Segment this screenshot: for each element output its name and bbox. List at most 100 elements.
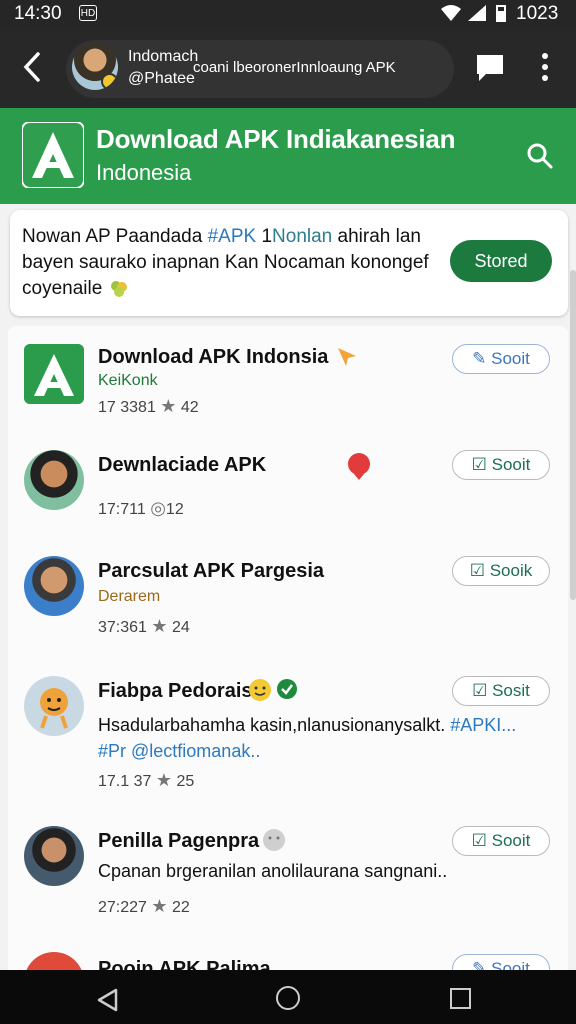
contact-handle: @Phatee	[128, 70, 195, 87]
avatar[interactable]	[72, 44, 118, 90]
item-action-label: Sooik	[489, 561, 533, 580]
item-downloads: 27:227	[98, 899, 147, 916]
item-meta: 17:711 ◎12	[98, 498, 184, 519]
nav-recents-icon[interactable]	[450, 988, 471, 1009]
item-desc-a: Hsadularbahamha kasin,nlanusionanysalkt.	[98, 715, 451, 735]
list-item[interactable]: Dewnlaciade APK 17:711 ◎12 ☑ Sooit	[8, 432, 568, 539]
search-icon[interactable]	[526, 142, 554, 170]
list-item[interactable]: Download APK Indonsia KeiKonk 17 3381 ★ …	[8, 326, 568, 433]
wifi-icon	[441, 5, 461, 21]
heart-icon	[348, 453, 370, 480]
item-action-button[interactable]: ☑ Sooik	[452, 556, 550, 586]
conversation-subtitle: coani lbeoronerInnloaung APK	[193, 59, 396, 76]
app-header: Download APK Indiakanesian Indonesia	[0, 108, 576, 204]
item-title: Parcsulat APK Pargesia	[98, 560, 325, 582]
item-description: Cpanan brgeranilan anolilaurana sangnani…	[98, 858, 558, 884]
item-developer: Derarem	[98, 588, 161, 605]
item-rating: 22	[171, 899, 190, 916]
hashtag-link[interactable]: #APKI...	[450, 715, 516, 735]
list-item[interactable]: Penilla Pagenpra Cpanan brgeranilan anol…	[8, 806, 568, 935]
app-logo-icon	[24, 344, 84, 404]
checkbox-icon: ☑	[471, 831, 492, 850]
item-action-label: Sooit	[491, 455, 531, 474]
nav-home-icon[interactable]	[276, 986, 300, 1010]
announcement-text-b: 1	[256, 226, 273, 247]
item-desc-b[interactable]: #Pr @lectfiomanak..	[98, 741, 260, 761]
announcement-text: Nowan AP Paandada #APK 1Nonlan ahirah la…	[22, 224, 442, 302]
item-meta: 37:361 ★ 24	[98, 616, 190, 637]
item-title: Dewnlaciade APK	[98, 454, 267, 476]
item-title: Penilla Pagenpra	[98, 830, 260, 852]
emoji-icon	[263, 829, 285, 851]
chat-bubble-icon[interactable]	[474, 52, 506, 84]
item-action-button[interactable]: ✎ Sooit	[452, 344, 550, 374]
item-rating: 42	[180, 399, 199, 416]
item-action-label: Sosit	[492, 681, 530, 700]
status-clock-right: 1023	[516, 3, 559, 24]
clover-emoji-icon	[110, 280, 127, 297]
item-downloads: 17.1 37	[98, 773, 152, 790]
item-downloads: 17:711	[98, 501, 146, 518]
item-description: Hsadularbahamha kasin,nlanusionanysalkt.…	[98, 712, 558, 764]
app-logo-icon	[22, 122, 84, 188]
stored-button[interactable]: Stored	[450, 240, 552, 282]
status-bar: 14:30 HD 1023	[0, 0, 576, 28]
status-time: 14:30	[14, 3, 62, 24]
contact-name: Indomach	[128, 48, 199, 65]
announcement-muted: Nonlan	[272, 226, 333, 247]
item-action-button[interactable]: ☑ Sosit	[452, 676, 550, 706]
top-app-bar: Indomach @Phatee coani lbeoronerInnloaun…	[0, 28, 576, 108]
battery-icon	[496, 5, 506, 22]
checkbox-icon: ☑	[471, 455, 492, 474]
page-title: Download APK Indiakanesian	[96, 124, 456, 154]
item-action-label: Sooit	[491, 831, 531, 850]
item-title: Download APK Indonsia	[98, 346, 329, 368]
pencil-icon: ✎	[472, 349, 492, 368]
status-badge	[101, 73, 118, 90]
list-item[interactable]: Fiabpa Pedorais Hsadularbahamha kasin,nl…	[8, 656, 568, 807]
star-icon: ★	[151, 896, 168, 916]
conversation-header[interactable]: Indomach @Phatee coani lbeoronerInnloaun…	[66, 40, 454, 98]
item-action-button[interactable]: ☑ Sooit	[452, 826, 550, 856]
star-icon: ★	[151, 616, 168, 636]
cursor-icon	[338, 348, 356, 366]
notification-icon: HD	[79, 5, 97, 21]
comment-icon: ◎	[150, 498, 166, 518]
star-icon: ★	[160, 396, 177, 416]
avatar[interactable]	[24, 826, 84, 886]
smile-emoji-icon	[249, 679, 271, 701]
nav-back-icon[interactable]	[96, 988, 118, 1012]
system-nav-bar	[0, 970, 576, 1024]
avatar[interactable]	[24, 676, 84, 736]
item-downloads: 37:361	[98, 619, 147, 636]
item-comments: 12	[165, 501, 184, 518]
scrollbar[interactable]	[570, 270, 576, 600]
item-meta: 17 3381 ★ 42	[98, 396, 199, 417]
announcement-card: Nowan AP Paandada #APK 1Nonlan ahirah la…	[10, 210, 568, 316]
item-action-label: Sooit	[491, 349, 530, 368]
item-developer: KeiKonk	[98, 372, 158, 389]
checkbox-icon: ☑	[469, 561, 490, 580]
avatar[interactable]	[24, 556, 84, 616]
item-meta: 27:227 ★ 22	[98, 896, 190, 917]
item-action-button[interactable]: ☑ Sooit	[452, 450, 550, 480]
apk-list: Download APK Indonsia KeiKonk 17 3381 ★ …	[8, 326, 568, 976]
mascot-icon	[40, 688, 68, 729]
more-vert-icon[interactable]	[536, 50, 554, 84]
hashtag-link[interactable]: #APK	[208, 226, 257, 247]
item-downloads: 17 3381	[98, 399, 156, 416]
item-meta: 17.1 37 ★ 25	[98, 770, 194, 791]
list-item[interactable]: Parcsulat APK Pargesia Derarem 37:361 ★ …	[8, 538, 568, 657]
avatar[interactable]	[24, 450, 84, 510]
star-icon: ★	[155, 770, 172, 790]
page-subtitle: Indonesia	[96, 160, 192, 185]
item-rating: 24	[171, 619, 190, 636]
signal-icon	[468, 5, 486, 21]
item-desc-a: Cpanan brgeranilan anolilaurana sangnani…	[98, 861, 448, 881]
checkbox-icon: ☑	[472, 681, 493, 700]
back-arrow-icon[interactable]	[20, 50, 44, 84]
item-title: Fiabpa Pedorais	[98, 680, 253, 702]
verified-icon	[277, 679, 297, 699]
item-rating: 25	[176, 773, 195, 790]
announcement-text-a: Nowan AP Paandada	[22, 226, 208, 247]
